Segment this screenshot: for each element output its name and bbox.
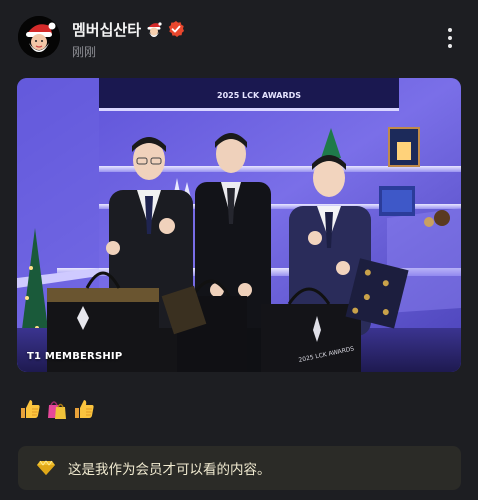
diamond-icon [37,460,55,475]
santa-avatar-icon [18,16,60,58]
photo-banner-text: 2025 LCK AWARDS [217,91,301,100]
more-dot-icon [448,36,452,40]
members-only-text: 这是我作为会员才可以看的内容。 [68,462,271,478]
more-options-button[interactable] [446,28,454,48]
reaction-emojis [18,397,96,421]
post-timestamp: 刚刚 [72,45,97,59]
more-dot-icon [448,28,452,32]
post-header: 멤버십산타 刚刚 [0,0,478,72]
more-dot-icon [448,44,452,48]
santa-avatar[interactable] [18,16,60,58]
photo-watermark: T1 MEMBERSHIP [27,351,123,362]
thumbs-up-emoji-icon [75,400,94,418]
players-with-gifts-image: 2025 LCK AWARDS 2025 LCK AWARDS [17,78,461,372]
santa-emoji-icon [147,22,162,37]
verified-badge-icon [168,21,185,37]
members-only-notice[interactable]: 这是我作为会员才可以看的内容。 [18,446,461,490]
username-row: 멤버십산타 [72,18,185,40]
shopping-bags-emoji-icon [48,401,66,419]
post-photo[interactable]: 2025 LCK AWARDS 2025 LCK AWARDS T1 MEMBE… [17,78,461,372]
username[interactable]: 멤버십산타 [72,19,141,40]
thumbs-up-emoji-icon [21,400,40,418]
